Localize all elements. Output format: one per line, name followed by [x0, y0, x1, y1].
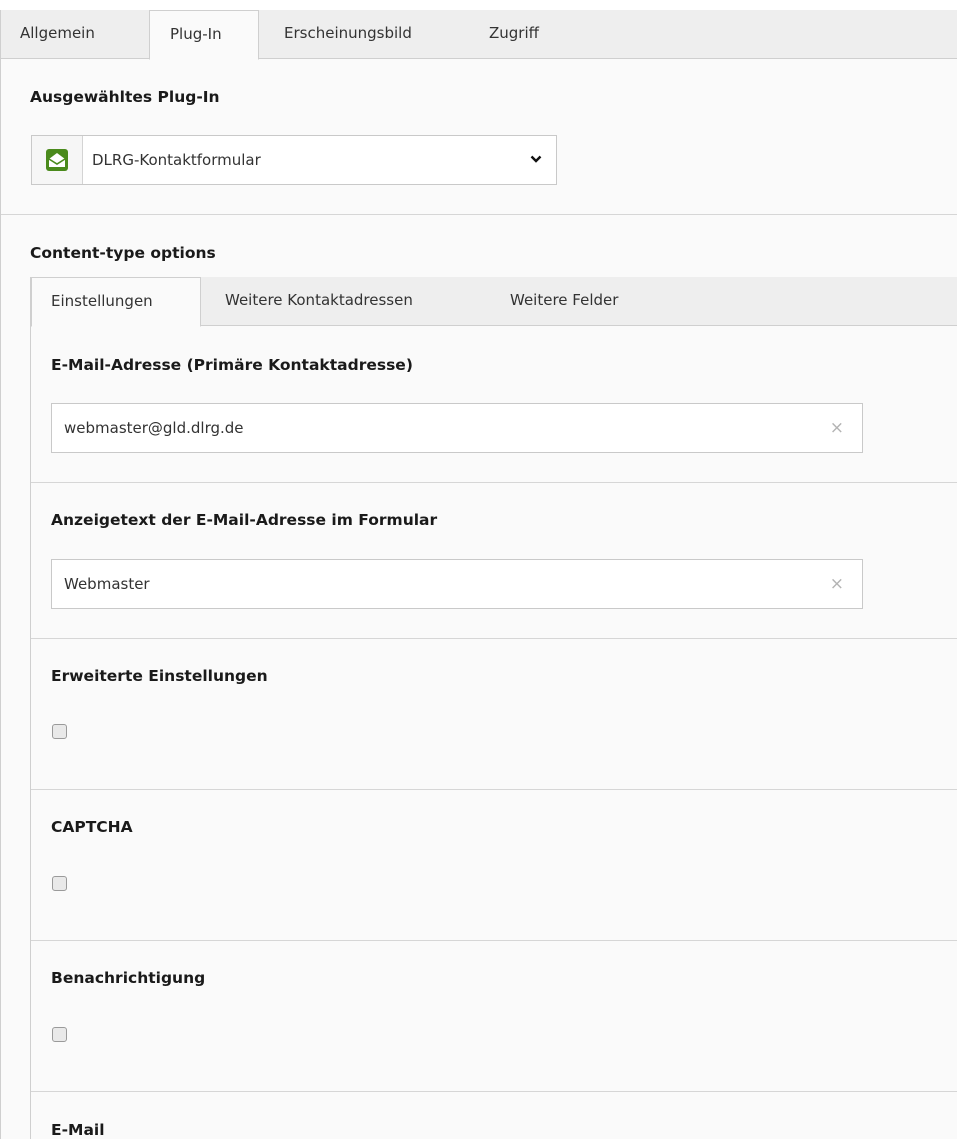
advanced-settings-checkbox[interactable]	[52, 724, 67, 739]
content-type-title: Content-type options	[30, 244, 216, 262]
envelope-open-icon	[46, 149, 68, 171]
clear-email-icon[interactable]: ×	[830, 404, 844, 452]
notification-label: Benachrichtigung	[51, 969, 206, 987]
plugin-select[interactable]: DLRG-Kontaktformular	[31, 135, 557, 185]
content-type-panel: Einstellungen Weitere Kontaktadressen We…	[30, 277, 957, 1139]
display-text-field[interactable]: Webmaster ×	[51, 559, 863, 609]
field-divider	[31, 940, 957, 941]
advanced-settings-label: Erweiterte Einstellungen	[51, 667, 268, 685]
display-text-label: Anzeigetext der E-Mail-Adresse im Formul…	[51, 511, 438, 529]
display-text-value: Webmaster	[64, 575, 150, 593]
plugin-icon-box	[32, 136, 83, 184]
email-value: webmaster@gld.dlrg.de	[64, 419, 244, 437]
tab-zugriff[interactable]: Zugriff	[469, 10, 569, 59]
field-divider	[31, 638, 957, 639]
subtab-weitere-felder[interactable]: Weitere Felder	[491, 277, 651, 326]
sub-tab-bar: Einstellungen Weitere Kontaktadressen We…	[31, 277, 957, 327]
chevron-down-icon	[530, 155, 542, 163]
clear-display-text-icon[interactable]: ×	[830, 560, 844, 608]
tab-allgemein[interactable]: Allgemein	[1, 10, 139, 59]
notification-checkbox[interactable]	[52, 1027, 67, 1042]
main-tab-bar: Allgemein Plug-In Erscheinungsbild Zugri…	[1, 10, 957, 60]
field-divider	[31, 1091, 957, 1092]
subtab-weitere-kontaktadressen[interactable]: Weitere Kontaktadressen	[206, 277, 476, 326]
plugin-select-value: DLRG-Kontaktformular	[92, 151, 261, 169]
tab-erscheinungsbild[interactable]: Erscheinungsbild	[264, 10, 454, 59]
subtab-einstellungen[interactable]: Einstellungen	[31, 277, 201, 327]
email-label: E-Mail-Adresse (Primäre Kontaktadresse)	[51, 356, 413, 374]
captcha-label: CAPTCHA	[51, 818, 133, 836]
email-field[interactable]: webmaster@gld.dlrg.de ×	[51, 403, 863, 453]
plugin-section-title: Ausgewähltes Plug-In	[30, 88, 220, 106]
email-section-label: E-Mail	[51, 1121, 105, 1139]
field-divider	[31, 789, 957, 790]
captcha-checkbox[interactable]	[52, 876, 67, 891]
tab-plug-in[interactable]: Plug-In	[149, 10, 259, 60]
field-divider	[31, 482, 957, 483]
content-element-editor: Allgemein Plug-In Erscheinungsbild Zugri…	[0, 10, 957, 1139]
section-divider	[1, 214, 957, 215]
